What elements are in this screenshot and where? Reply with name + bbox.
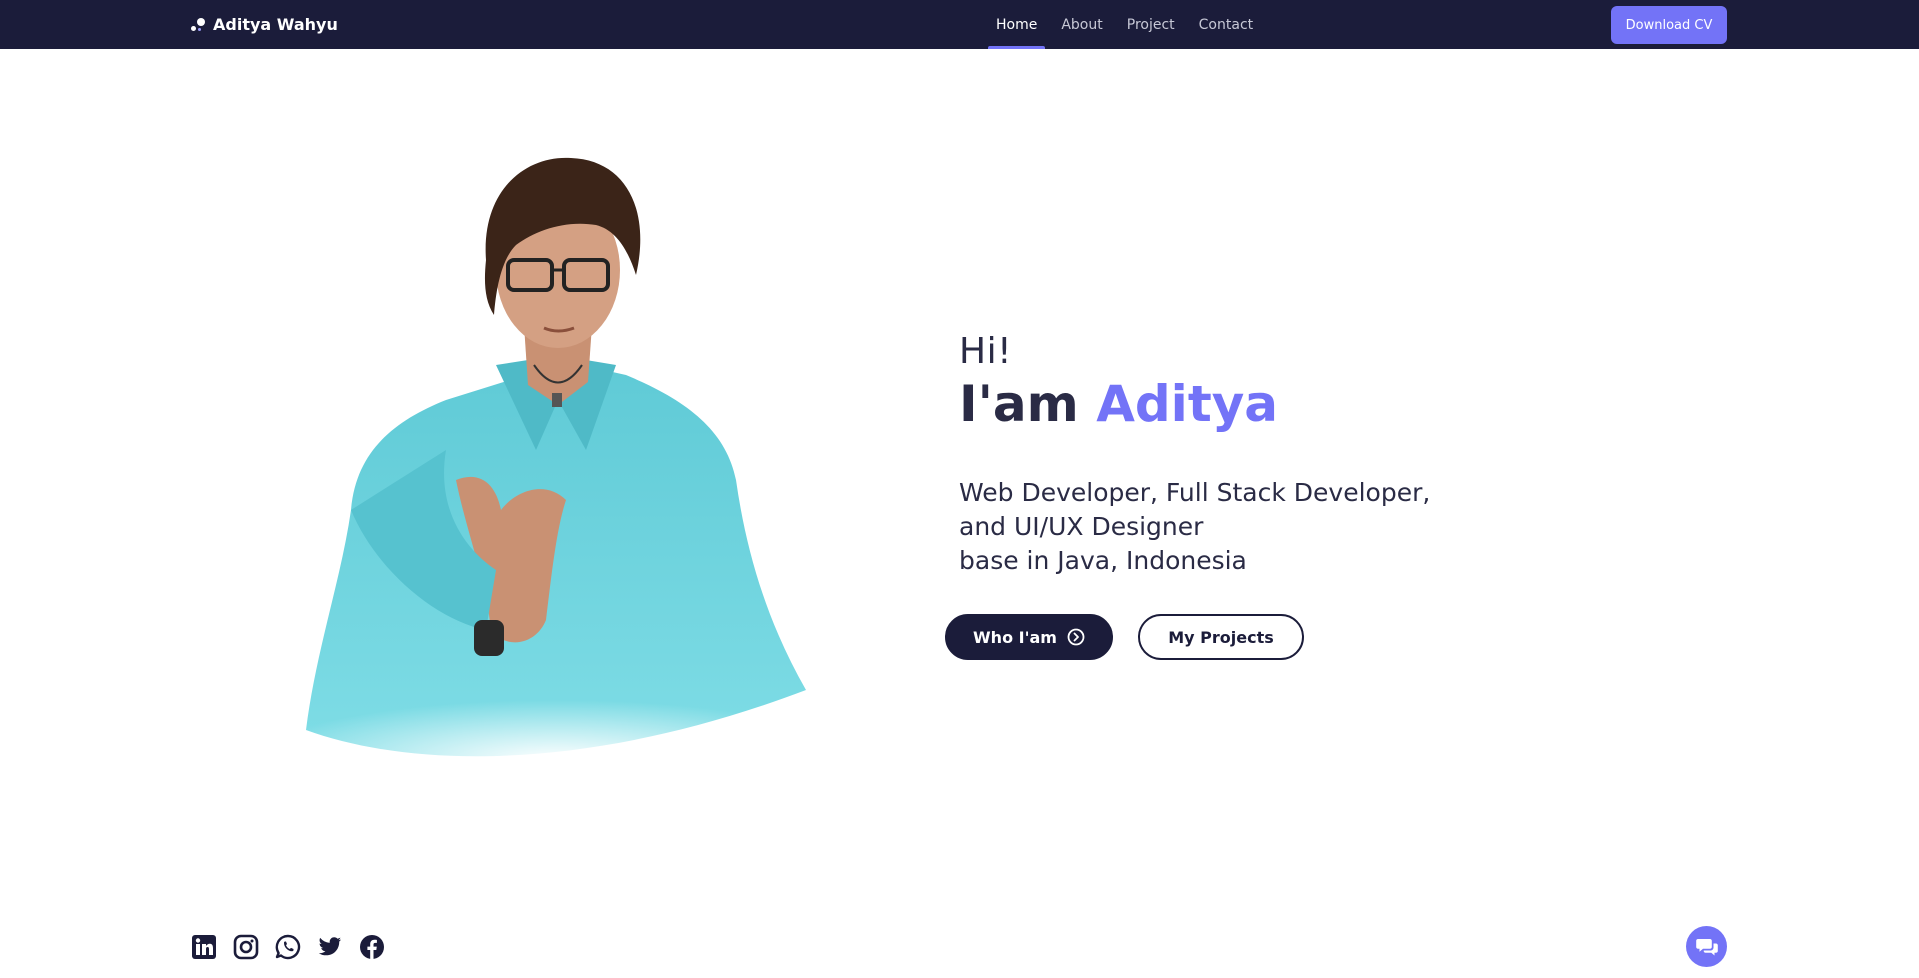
who-i-am-label: Who I'am	[973, 627, 1057, 647]
linkedin-icon[interactable]	[190, 933, 217, 960]
hero-desc-line: and UI/UX Designer	[959, 512, 1204, 541]
nav-link-home[interactable]: Home	[988, 0, 1046, 49]
brand-logo-icon	[191, 16, 208, 33]
facebook-icon[interactable]	[358, 933, 385, 960]
chat-button[interactable]	[1686, 926, 1727, 967]
chat-bubbles-icon	[1695, 938, 1718, 955]
my-projects-button[interactable]: My Projects	[1138, 614, 1304, 660]
hero-text: Hi! I'am Aditya Web Developer, Full Stac…	[959, 330, 1519, 578]
download-cv-button[interactable]: Download CV	[1611, 6, 1727, 44]
profile-portrait	[296, 157, 816, 780]
nav-links: Home About Project Contact	[988, 0, 1269, 49]
who-i-am-button[interactable]: Who I'am	[945, 614, 1113, 660]
hero-buttons: Who I'am My Projects	[945, 614, 1304, 660]
nav-link-project[interactable]: Project	[1119, 0, 1183, 49]
social-links	[190, 933, 385, 960]
hero-title-prefix: I'am	[959, 375, 1079, 433]
instagram-icon[interactable]	[232, 933, 259, 960]
hero-description: Web Developer, Full Stack Developer, and…	[959, 476, 1519, 578]
hero-desc-line: Web Developer, Full Stack Developer,	[959, 478, 1431, 507]
hero-title: I'am Aditya	[959, 374, 1519, 434]
navbar: Aditya Wahyu Home About Project Contact …	[0, 0, 1919, 49]
arrow-circle-right-icon	[1067, 628, 1085, 646]
whatsapp-icon[interactable]	[274, 933, 301, 960]
hero-greeting: Hi!	[959, 331, 1013, 372]
nav-link-about[interactable]: About	[1053, 0, 1110, 49]
brand-name: Aditya Wahyu	[213, 15, 338, 34]
hero-name: Aditya	[1096, 375, 1279, 433]
twitter-icon[interactable]	[316, 933, 343, 960]
hero-desc-line: base in Java, Indonesia	[959, 546, 1247, 575]
brand-link[interactable]: Aditya Wahyu	[191, 0, 338, 49]
nav-link-contact[interactable]: Contact	[1191, 0, 1261, 49]
